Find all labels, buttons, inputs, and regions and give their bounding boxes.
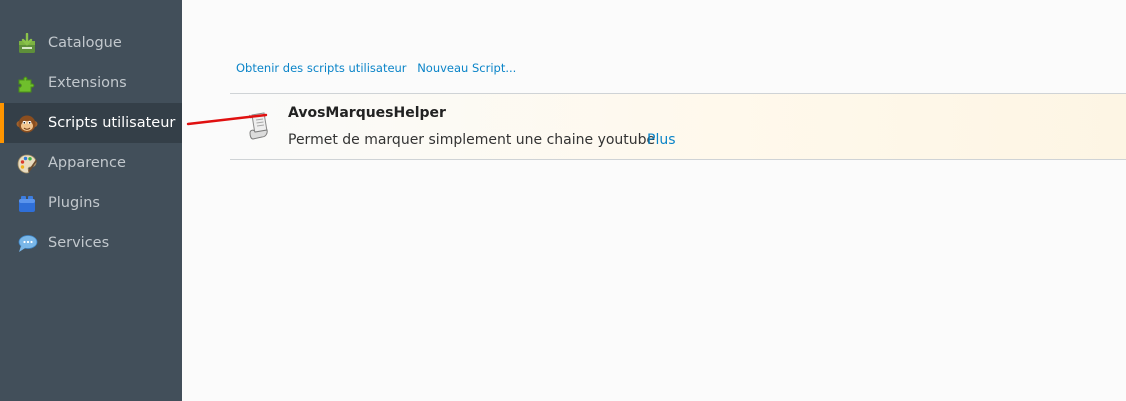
sidebar: Catalogue Extensions Scripts utilisateur… <box>0 0 182 401</box>
sidebar-item-apparence[interactable]: Apparence <box>0 143 182 183</box>
sidebar-item-label: Plugins <box>48 195 100 211</box>
script-scroll-icon <box>246 111 272 143</box>
list-item[interactable]: AvosMarquesHelper Permet de marquer simp… <box>230 93 1126 160</box>
sidebar-item-label: Extensions <box>48 75 127 91</box>
monkey-icon <box>16 113 38 135</box>
more-link[interactable]: Plus <box>647 132 676 148</box>
sidebar-item-catalogue[interactable]: Catalogue <box>0 23 182 63</box>
sidebar-item-label: Catalogue <box>48 35 122 51</box>
catalogue-icon <box>16 33 38 55</box>
addons-manager: Catalogue Extensions Scripts utilisateur… <box>0 0 1126 401</box>
sidebar-item-scripts-utilisateur[interactable]: Scripts utilisateur <box>0 103 182 143</box>
category-list: Catalogue Extensions Scripts utilisateur… <box>0 23 182 263</box>
main-content: Obtenir des scripts utilisateur Nouveau … <box>182 0 1126 401</box>
script-list: AvosMarquesHelper Permet de marquer simp… <box>230 93 1126 160</box>
script-name: AvosMarquesHelper <box>288 105 446 121</box>
puzzle-piece-icon <box>16 73 38 95</box>
sidebar-item-label: Apparence <box>48 155 126 171</box>
get-user-scripts-link[interactable]: Obtenir des scripts utilisateur <box>236 61 407 75</box>
sidebar-item-label: Scripts utilisateur <box>48 115 176 131</box>
paint-palette-icon <box>16 153 38 175</box>
sidebar-item-label: Services <box>48 235 110 251</box>
new-script-link[interactable]: Nouveau Script... <box>417 61 516 75</box>
lego-brick-icon <box>16 193 38 215</box>
sidebar-item-plugins[interactable]: Plugins <box>0 183 182 223</box>
script-description: Permet de marquer simplement une chaine … <box>288 132 656 148</box>
chat-bubble-icon <box>16 233 38 255</box>
sidebar-item-services[interactable]: Services <box>0 223 182 263</box>
sidebar-item-extensions[interactable]: Extensions <box>0 63 182 103</box>
script-actions: Obtenir des scripts utilisateur Nouveau … <box>236 61 523 75</box>
